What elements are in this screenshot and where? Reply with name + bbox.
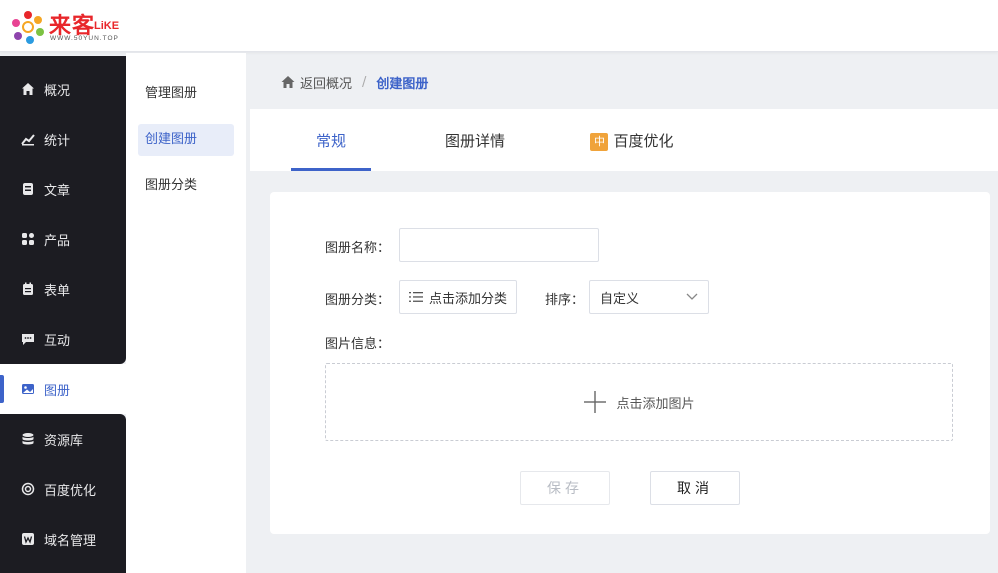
- nav-item-label: 域名管理: [44, 533, 97, 549]
- breadcrumb-back-link[interactable]: 返回概况: [300, 73, 352, 92]
- nav-item-label: 图册: [44, 383, 71, 399]
- breadcrumb-separator: /: [362, 74, 367, 90]
- subnav-item-manage-albums[interactable]: 管理图册: [138, 78, 234, 110]
- add-image-label: 点击添加图片: [616, 396, 695, 412]
- nav-item-label: 互动: [44, 333, 71, 349]
- cancel-button[interactable]: 取消: [650, 471, 740, 505]
- home-icon: [281, 76, 295, 88]
- save-button[interactable]: 保存: [520, 471, 610, 505]
- logo[interactable]: 来客 LiKE WWW.50YUN.TOP: [10, 6, 135, 46]
- nav-item-stats[interactable]: 统计: [0, 114, 126, 164]
- tab-label: 图册详情: [444, 132, 505, 150]
- main-sidebar: 概况 统计 文章 产品 表单 互动 图册 资源库 百度优化 域名管理: [0, 52, 126, 573]
- album-name-input[interactable]: [399, 228, 599, 262]
- tab-general[interactable]: 常规: [291, 109, 371, 171]
- breadcrumb: 返回概况 / 创建图册: [280, 72, 428, 92]
- album-name-label: 图册名称：: [325, 241, 391, 256]
- tab-bar: 常规 图册详情 中百度优化: [250, 109, 998, 171]
- sort-select-value: 自定义: [600, 291, 640, 307]
- nav-item-label: 表单: [44, 283, 71, 299]
- logo-url: WWW.50YUN.TOP: [50, 35, 119, 42]
- nav-item-label: 资源库: [44, 433, 84, 449]
- domain-icon: [20, 531, 36, 547]
- tab-label: 常规: [315, 132, 346, 150]
- nav-item-baidu-seo[interactable]: 百度优化: [0, 464, 126, 514]
- add-category-button[interactable]: 点击添加分类: [399, 280, 517, 314]
- nav-item-forms[interactable]: 表单: [0, 264, 126, 314]
- chart-icon: [20, 131, 36, 147]
- nav-item-label: 产品: [44, 233, 71, 249]
- nav-item-domain[interactable]: 域名管理: [0, 514, 126, 564]
- grid-icon: [20, 231, 36, 247]
- subnav-item-album-categories[interactable]: 图册分类: [138, 170, 234, 202]
- nav-item-albums[interactable]: 图册: [0, 364, 126, 414]
- image-album-icon: [20, 381, 36, 397]
- nav-item-label: 百度优化: [44, 483, 97, 499]
- top-header: 来客 LiKE WWW.50YUN.TOP: [0, 0, 998, 52]
- album-form-card: 图册名称： 图册分类： 点击添加分类 排序： 自定义 图片信息： 点击添加图片 …: [270, 192, 990, 534]
- nav-item-label: 统计: [44, 133, 71, 149]
- subnav-item-create-album[interactable]: 创建图册: [138, 124, 234, 156]
- add-category-label: 点击添加分类: [429, 291, 508, 307]
- logo-mark-icon: [12, 11, 44, 44]
- breadcrumb-current: 创建图册: [376, 76, 429, 92]
- nav-item-articles[interactable]: 文章: [0, 164, 126, 214]
- database-icon: [20, 431, 36, 447]
- tab-label: 百度优化: [613, 132, 674, 150]
- nav-item-label: 概况: [44, 83, 71, 99]
- album-category-label: 图册分类：: [325, 293, 391, 308]
- tab-badge: 中: [590, 133, 609, 151]
- logo-suffix: LiKE: [94, 20, 120, 32]
- nav-item-label: 文章: [44, 183, 71, 199]
- tab-baidu-seo[interactable]: 中百度优化: [590, 109, 674, 171]
- nav-item-products[interactable]: 产品: [0, 214, 126, 264]
- tab-album-details[interactable]: 图册详情: [435, 109, 515, 171]
- nav-item-resources[interactable]: 资源库: [0, 414, 126, 464]
- add-image-dropzone[interactable]: 点击添加图片: [325, 363, 953, 441]
- image-info-label: 图片信息：: [325, 337, 391, 352]
- baidu-icon: [20, 481, 36, 497]
- home-icon: [20, 81, 36, 97]
- nav-item-interaction[interactable]: 互动: [0, 314, 126, 364]
- message-icon: [20, 331, 36, 347]
- plus-icon: [584, 391, 607, 413]
- sort-select[interactable]: 自定义: [589, 280, 709, 314]
- clipboard-icon: [20, 281, 36, 297]
- sub-sidebar: 管理图册 创建图册 图册分类: [126, 53, 246, 573]
- chevron-down-icon: [686, 293, 698, 300]
- list-icon: [409, 292, 423, 302]
- sort-label: 排序：: [545, 293, 585, 308]
- nav-item-overview[interactable]: 概况: [0, 64, 126, 114]
- article-icon: [20, 181, 36, 197]
